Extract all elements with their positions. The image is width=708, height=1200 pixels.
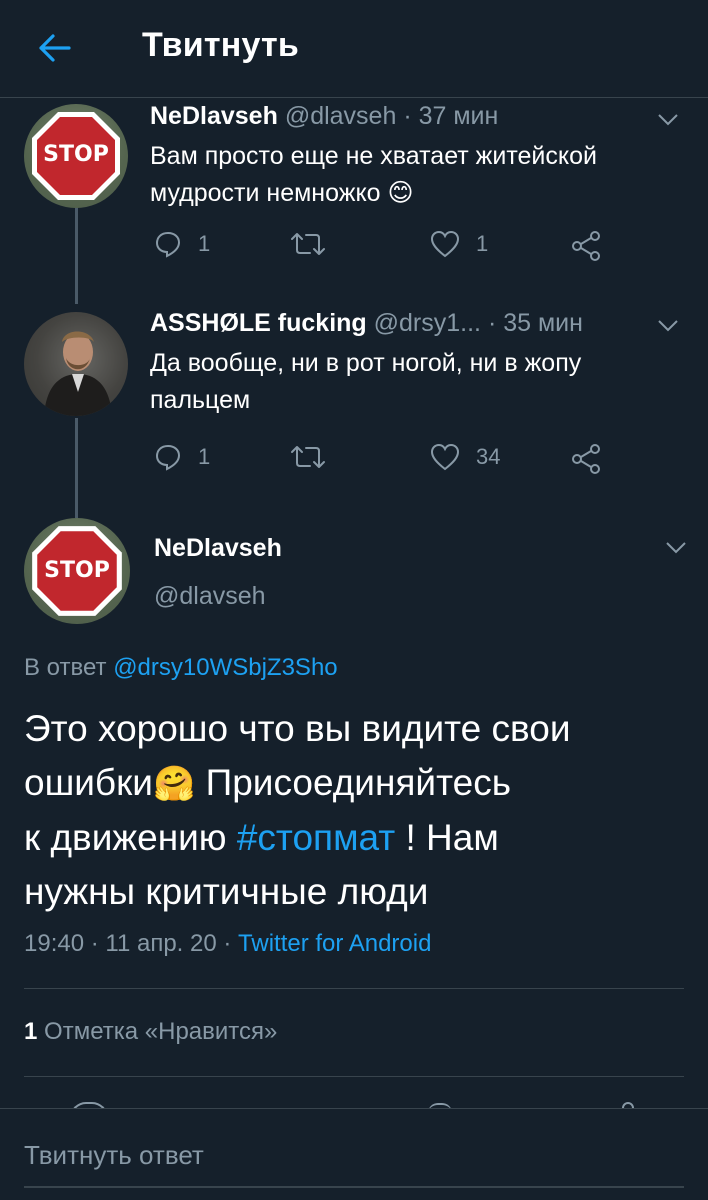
reply-prefix: В ответ	[24, 654, 107, 681]
profile-photo-icon	[24, 312, 128, 416]
thread-line	[75, 418, 78, 518]
tweet-text-line: Да вообще, ни в рот ногой, ни в жопу	[150, 349, 582, 377]
reply-context: В ответ @drsy10WSbjZ3Sho	[24, 654, 338, 682]
retweet-action[interactable]	[290, 443, 342, 471]
heart-icon	[430, 230, 460, 258]
tweet-time: · 35 мин	[487, 309, 583, 337]
tweet-time: · 37 мин	[403, 102, 499, 130]
main-author-handle[interactable]: @dlavseh	[154, 582, 266, 611]
author-handle[interactable]: @dlavseh	[285, 102, 397, 130]
reply-count: 1	[198, 231, 211, 256]
tweet-text-segment: мудрости немножко	[150, 179, 381, 207]
tweet-text-line: мудрости немножко 😊	[150, 175, 690, 212]
arrow-left-icon	[39, 34, 71, 62]
avatar[interactable]	[24, 312, 128, 416]
hugging-emoji: 🤗	[152, 765, 196, 803]
tweet-meta: 19:40 · 11 апр. 20 · Twitter for Android	[24, 930, 431, 958]
chevron-down-icon[interactable]	[664, 540, 688, 556]
like-action[interactable]: 1	[430, 230, 488, 258]
tweet-header: ASSHØLE fucking @drsy1... · 35 мин	[150, 309, 583, 338]
reply-placeholder: Твитнуть ответ	[24, 1140, 204, 1170]
tweet-timestamp: 19:40 · 11 апр. 20 ·	[24, 930, 239, 957]
main-tweet-segment: ошибки	[24, 762, 153, 803]
reply-icon	[155, 231, 181, 258]
like-count: 34	[476, 444, 501, 469]
main-tweet-line: к движению #стопмат ! Нам	[24, 811, 694, 865]
main-author-name[interactable]: NeDlavseh	[154, 534, 282, 563]
avatar[interactable]: STOP	[24, 518, 130, 624]
likes-label: Отметка «Нравится»	[44, 1018, 278, 1045]
retweet-icon	[291, 233, 325, 255]
main-tweet-line: Это хорошо что вы видите свои	[24, 708, 571, 749]
author-name[interactable]: ASSHØLE fucking	[150, 309, 367, 337]
likes-summary[interactable]: 1 Отметка «Нравится»	[24, 1018, 277, 1046]
main-tweet-segment: ! Нам	[395, 817, 499, 858]
heart-icon	[430, 443, 460, 471]
share-action[interactable]	[570, 443, 618, 475]
stop-sign-label: STOP	[44, 558, 110, 583]
like-count: 1	[476, 231, 489, 256]
reply-input[interactable]: Твитнуть ответ	[24, 1128, 684, 1188]
like-action[interactable]: 34	[430, 443, 500, 471]
smiling-emoji: 😊	[387, 179, 414, 207]
chevron-down-icon[interactable]	[656, 318, 680, 334]
page-title: Твитнуть	[142, 26, 299, 64]
main-tweet-segment: Присоединяйтесь	[195, 762, 511, 803]
likes-count: 1	[24, 1018, 38, 1045]
main-tweet-line: ошибки🤗 Присоединяйтесь	[24, 756, 694, 811]
stop-sign-label: STOP	[43, 142, 109, 167]
main-tweet-segment: к движению	[24, 817, 237, 858]
tweet-text: Вам просто еще не хватает житейской мудр…	[150, 138, 690, 212]
back-button[interactable]	[30, 24, 78, 72]
divider	[24, 1076, 684, 1077]
reply-count: 1	[198, 444, 211, 469]
tweet-text-line: пальцем	[150, 386, 251, 414]
main-tweet-text: Это хорошо что вы видите свои ошибки🤗 Пр…	[24, 702, 694, 919]
source-link[interactable]: Twitter for Android	[238, 930, 431, 957]
tweet-header: NeDlavseh @dlavseh · 37 мин	[150, 102, 498, 131]
retweet-action[interactable]	[290, 230, 342, 258]
divider	[24, 988, 684, 989]
reply-icon	[155, 444, 181, 471]
top-bar: Твитнуть	[0, 0, 708, 98]
share-icon	[572, 231, 600, 261]
avatar[interactable]: STOP	[24, 104, 128, 208]
tweet-text-line: Вам просто еще не хватает житейской	[150, 142, 597, 170]
reply-action[interactable]: 1	[154, 443, 210, 471]
share-icon	[572, 444, 600, 474]
author-name[interactable]: NeDlavseh	[150, 102, 278, 130]
tweet-text: Да вообще, ни в рот ногой, ни в жопу пал…	[150, 345, 690, 419]
thread-line	[75, 206, 78, 304]
mention-link[interactable]: @drsy10WSbjZ3Sho	[113, 654, 337, 681]
share-action[interactable]	[570, 230, 618, 262]
author-handle[interactable]: @drsy1...	[374, 309, 481, 337]
hashtag-link[interactable]: #стопмат	[237, 817, 395, 858]
retweet-icon	[291, 446, 325, 468]
reply-action[interactable]: 1	[154, 230, 210, 258]
main-tweet-line: нужны критичные люди	[24, 871, 429, 912]
chevron-down-icon[interactable]	[656, 112, 680, 128]
